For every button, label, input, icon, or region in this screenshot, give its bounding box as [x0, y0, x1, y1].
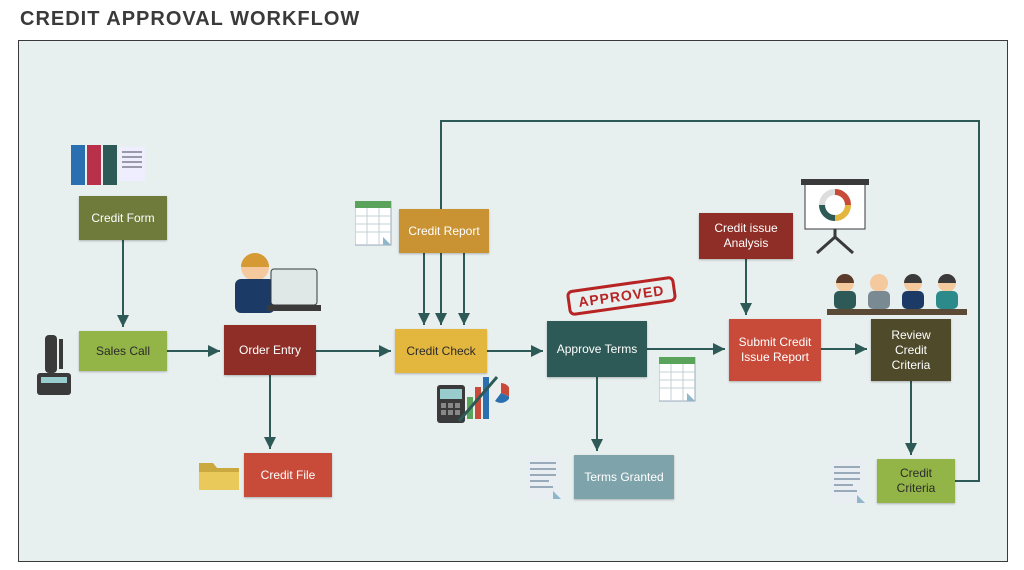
node-terms-granted: Terms Granted	[574, 455, 674, 499]
workflow-canvas: Credit Form Sales Call Order Entry Credi…	[18, 40, 1008, 562]
node-submit-credit-issue-report: Submit Credit Issue Report	[729, 319, 821, 381]
spreadsheet-icon	[355, 201, 395, 249]
analytics-icon	[437, 367, 509, 427]
presentation-chart-icon	[799, 179, 871, 255]
node-sales-call: Sales Call	[79, 331, 167, 371]
spreadsheet-icon	[659, 357, 699, 405]
node-order-entry: Order Entry	[224, 325, 316, 375]
node-label: Credit Criteria	[881, 466, 951, 496]
page: CREDIT APPROVAL WORKFLOW	[0, 0, 1024, 570]
node-label: Review Credit Criteria	[875, 328, 947, 373]
node-label: Credit Report	[408, 224, 479, 239]
document-icon	[525, 455, 565, 503]
node-label: Terms Granted	[584, 470, 663, 485]
person-laptop-icon	[227, 247, 323, 321]
node-label: Credit File	[261, 468, 316, 483]
node-label: Submit Credit Issue Report	[733, 335, 817, 365]
node-review-credit-criteria: Review Credit Criteria	[871, 319, 951, 381]
node-label: Sales Call	[96, 344, 150, 359]
node-approve-terms: Approve Terms	[547, 321, 647, 377]
phone-icon	[31, 333, 77, 403]
node-credit-file: Credit File	[244, 453, 332, 497]
node-label: Credit Form	[91, 211, 154, 226]
people-group-icon	[827, 271, 967, 317]
node-label: Credit issue Analysis	[703, 221, 789, 251]
folder-icon	[197, 453, 241, 493]
node-label: Order Entry	[239, 343, 301, 358]
document-icon	[829, 459, 869, 507]
binders-icon	[69, 139, 149, 191]
node-label: Credit Check	[406, 344, 475, 359]
node-credit-report: Credit Report	[399, 209, 489, 253]
node-credit-form: Credit Form	[79, 196, 167, 240]
page-title: CREDIT APPROVAL WORKFLOW	[20, 8, 360, 31]
node-credit-criteria: Credit Criteria	[877, 459, 955, 503]
node-credit-issue-analysis: Credit issue Analysis	[699, 213, 793, 259]
node-label: Approve Terms	[557, 342, 637, 357]
